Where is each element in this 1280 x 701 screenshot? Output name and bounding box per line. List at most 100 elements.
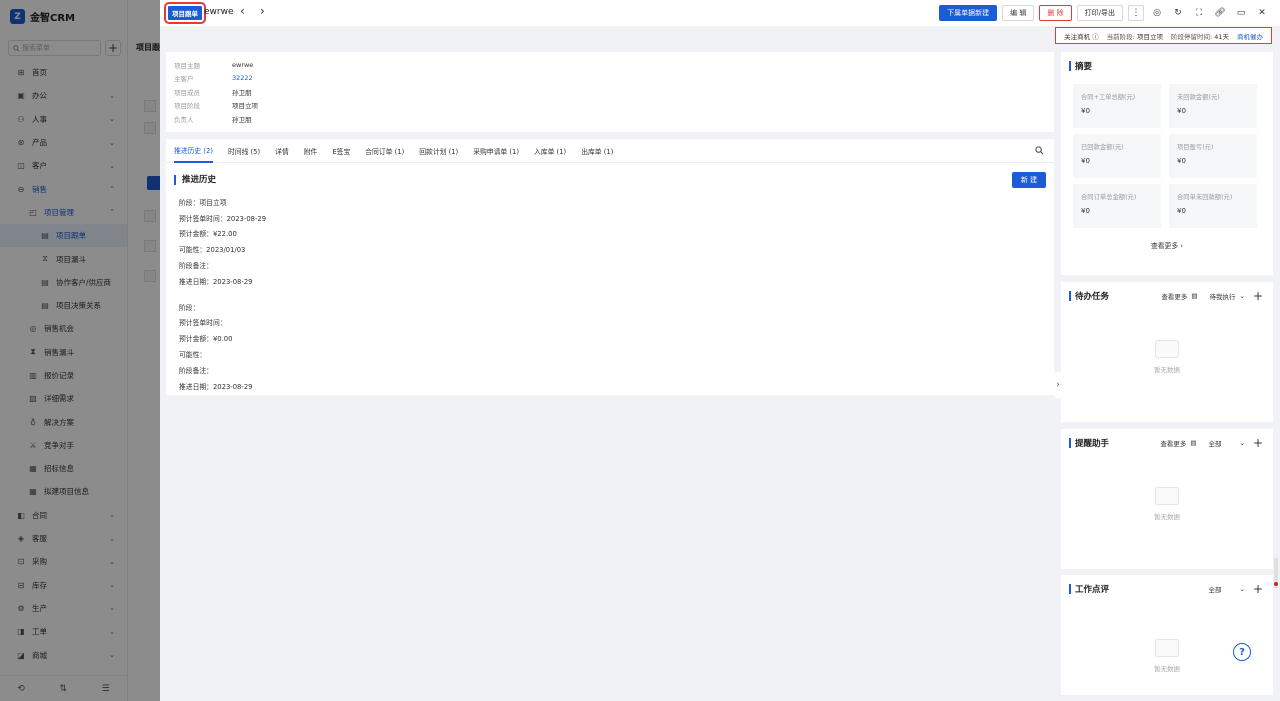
detail-tab[interactable]: 附件 [304, 139, 318, 163]
follow-label: 关注商机 [1064, 32, 1091, 41]
close-icon[interactable]: ✕ [1254, 5, 1270, 21]
detail-tab[interactable]: 详情 [275, 139, 289, 163]
history-line: 推进日期：2023-08-29 [179, 382, 253, 391]
sidebar-item[interactable]: ▤ 项目决策关系 [0, 294, 127, 317]
sidebar-item[interactable]: ⚇ 人事 ⌄ [0, 108, 127, 131]
search-icon[interactable] [1035, 146, 1044, 157]
sidebar-item[interactable]: ♁ 解决方案 [0, 410, 127, 433]
reminders-filter-select[interactable]: 全部 [1208, 438, 1221, 448]
sidebar-item[interactable]: ▦ 招标信息 [0, 457, 127, 480]
summary-card: 摘要 合同+工单总额(元) ¥0 未回款金额(元) ¥0 已回款金额(元) ¥0 项目盈亏(… [1061, 52, 1273, 275]
reset-icon[interactable]: ⇅ [59, 684, 67, 694]
chevron-icon: ⌄ [109, 627, 115, 636]
detail-tab[interactable]: 采购申请单 (1) [473, 139, 519, 163]
menu-search-input[interactable]: 搜索菜单 [8, 40, 101, 56]
edit-button[interactable]: 编 辑 [1002, 5, 1035, 21]
stage-status-bar: 关注商机 ⓘ 当前阶段: 项目立项 阶段停留时间: 41天 商机催办 [1055, 27, 1272, 44]
sidebar-item[interactable]: ▥ 报价记录 [0, 364, 127, 387]
add-task-icon[interactable]: + [1253, 289, 1263, 303]
app-logo[interactable]: Z 金智CRM [0, 0, 127, 33]
sidebar-item[interactable]: ▤ 协作客户/供应商 [0, 271, 127, 294]
detail-tab[interactable]: 入库单 (1) [534, 139, 566, 163]
customer-icon: ◫ [17, 161, 25, 171]
chevron-icon: ⌄ [109, 604, 115, 613]
summary-more-link[interactable]: 查看更多 › [1061, 240, 1273, 250]
record-info-panel: 项目主题 ewrwe 主客户 32222 项目成员 孙卫朋 项目阶段 项目立项 负责人 孙卫朋 [166, 52, 1054, 132]
chevron-icon: ⌃ [109, 208, 115, 217]
metric-label: 已回款金额(元) [1081, 144, 1124, 151]
help-icon[interactable]: ? [1233, 643, 1251, 661]
metric-value: ¥0 [1081, 157, 1090, 165]
history-icon[interactable]: ⟲ [17, 684, 25, 694]
sales-funnel-icon: ⧗ [30, 347, 36, 357]
more-icon[interactable]: ⋮ [1128, 5, 1144, 21]
detail-tab[interactable]: E签宝 [332, 139, 350, 163]
reminders-card: 提醒助手 查看更多 ▤ 全部 ⌄ + 暂无数据 [1061, 429, 1273, 569]
metric-label: 合同+工单总额(元) [1081, 94, 1136, 101]
reviews-title: 工作点评 [1075, 585, 1110, 595]
sidebar-item[interactable]: ⊛ 产品 ⌄ [0, 131, 127, 154]
sidebar-item-label: 拟建项目信息 [44, 487, 89, 497]
scrollbar[interactable] [1274, 558, 1278, 588]
detail-tab[interactable]: 时间线 (5) [228, 139, 260, 163]
sidebar-item[interactable]: ◰ 项目管理 ⌃ [0, 201, 127, 224]
sidebar-item[interactable]: ⊖ 销售 ⌃ [0, 177, 127, 200]
sidebar-item[interactable]: ⧗ 销售漏斗 [0, 341, 127, 364]
sidebar-item-label: 商城 [32, 650, 47, 660]
refresh-icon[interactable]: ↻ [1170, 5, 1186, 21]
detail-tab[interactable]: 出库单 (1) [581, 139, 613, 163]
urge-link[interactable]: 商机催办 [1237, 31, 1263, 41]
sidebar-item[interactable]: ◪ 商城 ⌄ [0, 643, 127, 666]
tasks-filter-select[interactable]: 待我执行 [1209, 291, 1235, 301]
add-menu-button[interactable]: + [105, 40, 121, 56]
info-value[interactable]: 32222 [232, 74, 253, 82]
list-icon[interactable]: ▤ [1190, 439, 1196, 447]
new-history-button[interactable]: 新 建 [1012, 172, 1046, 188]
info-row: 项目成员 孙卫朋 [174, 85, 1046, 99]
add-reminder-icon[interactable]: + [1253, 436, 1263, 450]
sidebar: Z 金智CRM 搜索菜单 + ⊞ 首页 ▣ 办公 ⌄ ⚇ 人事 ⌄ ⊛ 产品 ⌄ ◫ 客户 ⌄ ⊖ 销售 ⌃ ◰ 项… [0, 0, 128, 701]
sidebar-item[interactable]: ⊡ 采购 ⌄ [0, 550, 127, 573]
tasks-more-link[interactable]: 查看更多 [1161, 291, 1187, 301]
filter-list-icon[interactable]: ☰ [102, 684, 110, 694]
sidebar-footer: ⟲ ⇅ ☰ [0, 675, 127, 701]
detail-tab[interactable]: 回款计划 (1) [419, 139, 458, 163]
sidebar-item[interactable]: ◈ 客服 ⌄ [0, 527, 127, 550]
sidebar-item[interactable]: ◧ 合同 ⌄ [0, 504, 127, 527]
sidebar-item[interactable]: ▣ 办公 ⌄ [0, 84, 127, 107]
sidebar-item[interactable]: ◎ 销售机会 [0, 317, 127, 340]
sidebar-item[interactable]: ◨ 工单 ⌄ [0, 620, 127, 643]
prev-record-icon[interactable]: ‹ [240, 4, 245, 18]
fullscreen-icon[interactable]: ⛶ [1191, 5, 1207, 21]
next-record-icon[interactable]: › [260, 4, 265, 18]
detail-tab[interactable]: 推进历史 (2) [174, 139, 213, 163]
reminders-more-link[interactable]: 查看更多 [1160, 438, 1186, 448]
list-icon[interactable]: ▤ [1191, 292, 1197, 300]
sidebar-item-label: 办公 [32, 91, 47, 101]
chevron-icon: ⌄ [109, 581, 115, 590]
sidebar-item[interactable]: ⚔ 竞争对手 [0, 434, 127, 457]
sidebar-item[interactable]: ▤ 项目跟单 [0, 224, 127, 248]
settings-icon[interactable]: ◎ [1149, 5, 1165, 21]
save-layout-icon[interactable]: ▭ [1233, 5, 1249, 21]
sidebar-item[interactable]: ⚙ 生产 ⌄ [0, 597, 127, 620]
add-review-icon[interactable]: + [1253, 582, 1263, 596]
sidebar-item[interactable]: ⧖ 项目漏斗 [0, 247, 127, 270]
delete-button[interactable]: 删 除 [1039, 5, 1072, 21]
funnel-icon: ⧖ [42, 254, 48, 264]
follow-opportunity-toggle[interactable]: 关注商机 ⓘ [1064, 31, 1099, 41]
sidebar-item[interactable]: ▧ 详细需求 [0, 387, 127, 410]
opportunity-icon: ◎ [29, 324, 37, 334]
sub-new-button[interactable]: 下属单据新建 [939, 5, 998, 21]
chevron-icon: ⌄ [109, 161, 115, 170]
quote-icon: ▥ [29, 371, 37, 380]
sidebar-item[interactable]: ▦ 拟建项目信息 [0, 480, 127, 503]
sidebar-item[interactable]: ⊟ 库存 ⌄ [0, 574, 127, 597]
print-export-button[interactable]: 打印/导出 [1076, 5, 1123, 21]
sidebar-item[interactable]: ◫ 客户 ⌄ [0, 154, 127, 177]
reviews-filter-select[interactable]: 全部 [1208, 584, 1221, 594]
detail-tab[interactable]: 合同订单 (1) [365, 139, 404, 163]
link-icon[interactable]: 🔗︎ [1212, 5, 1228, 21]
mall-icon: ◪ [17, 650, 25, 660]
sidebar-item[interactable]: ⊞ 首页 [0, 61, 127, 84]
